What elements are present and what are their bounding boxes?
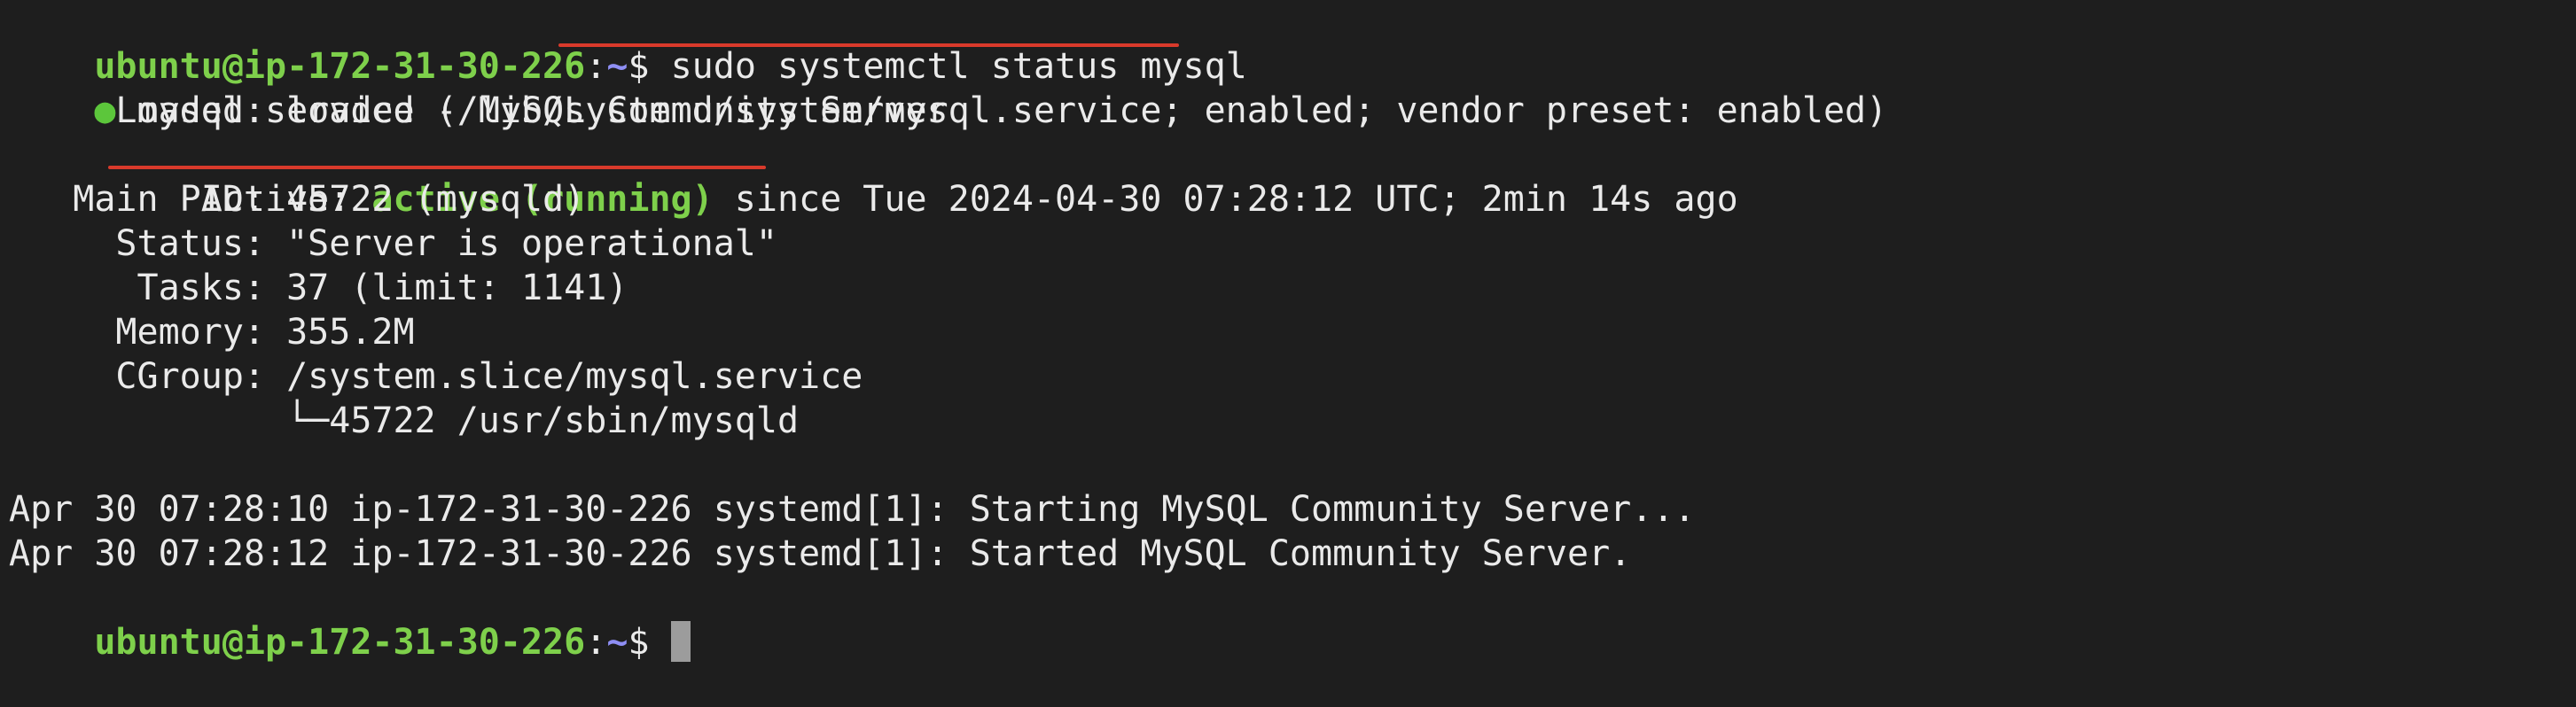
cgroup-line: CGroup: /system.slice/mysql.service <box>9 356 863 397</box>
prompt-cwd: ~ <box>606 622 628 663</box>
cgroup-child-line: └─45722 /usr/sbin/mysqld <box>9 400 800 441</box>
log-line: Apr 30 07:28:12 ip-172-31-30-226 systemd… <box>9 533 1632 574</box>
loaded-line: Loaded: loaded (/lib/systemd/system/mysq… <box>9 90 1888 131</box>
prompt-symbol: $ <box>628 622 671 663</box>
prompt-separator: : <box>585 622 607 663</box>
tasks-line: Tasks: 37 (limit: 1141) <box>9 268 628 308</box>
active-line: Active: active (running) since Tue 2024-… <box>9 133 1738 220</box>
memory-line: Memory: 355.2M <box>9 312 415 353</box>
prompt-line[interactable]: ubuntu@ip-172-31-30-226:~$ <box>9 576 691 663</box>
prompt-user-host: ubuntu@ip-172-31-30-226 <box>94 622 586 663</box>
main-pid-line: Main PID: 45722 (mysqld) <box>9 179 586 220</box>
service-header-line: ● mysql.service - MySQL Community Server <box>9 44 948 131</box>
active-since: since Tue 2024-04-30 07:28:12 UTC; 2min … <box>713 179 1738 220</box>
command-line: ubuntu@ip-172-31-30-226:~$ sudo systemct… <box>9 0 1246 87</box>
terminal-window[interactable]: ubuntu@ip-172-31-30-226:~$ sudo systemct… <box>0 0 2576 707</box>
log-line: Apr 30 07:28:10 ip-172-31-30-226 systemd… <box>9 489 1696 530</box>
active-underline <box>108 166 766 169</box>
status-line: Status: "Server is operational" <box>9 223 777 264</box>
cursor-block <box>670 621 691 662</box>
command-underline <box>558 43 1179 47</box>
